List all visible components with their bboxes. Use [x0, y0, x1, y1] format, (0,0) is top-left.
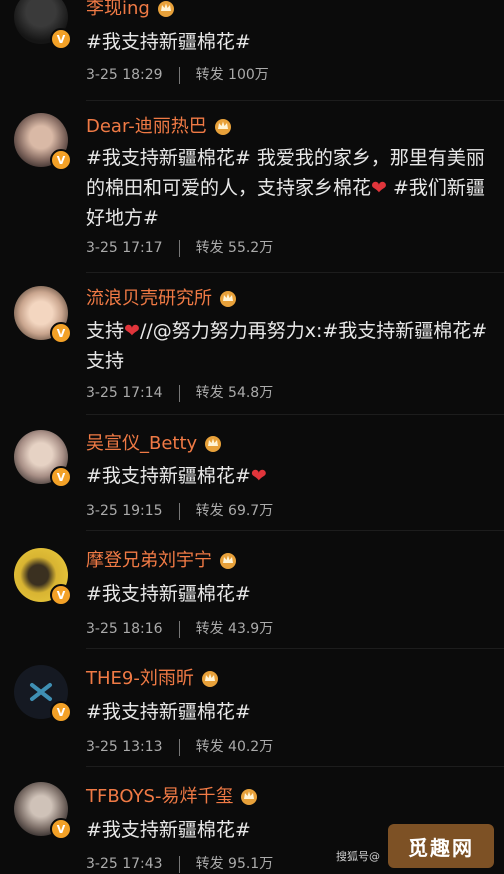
comment-text: #我支持新疆棉花#❤: [86, 465, 267, 487]
meta-divider: [178, 66, 180, 84]
watermark-source: 搜狐号@: [336, 850, 380, 863]
repost-button[interactable]: 转发 54.8万: [196, 384, 274, 402]
timestamp: 3-25 18:16: [86, 621, 163, 637]
divider: [86, 100, 504, 101]
meta-divider: [178, 384, 180, 402]
divider: [86, 530, 504, 531]
comment-text: #我支持新疆棉花#: [86, 701, 251, 723]
comment-meta: 3-25 17:17 转发 55.2万: [86, 239, 273, 257]
divider: [86, 648, 504, 649]
verified-badge-icon: V: [50, 701, 72, 723]
verified-badge-icon: V: [50, 28, 72, 50]
comment-text: #我支持新疆棉花#: [86, 31, 251, 53]
heart-icon: ❤: [124, 320, 140, 342]
user-name[interactable]: Dear-迪丽热巴: [86, 116, 233, 138]
meta-divider: [178, 738, 180, 756]
divider: [86, 414, 504, 415]
user-name[interactable]: 摩登兄弟刘宇宁: [86, 550, 238, 572]
repost-button[interactable]: 转发 69.7万: [196, 502, 274, 520]
crown-icon: [241, 789, 258, 805]
verified-badge-icon: V: [50, 584, 72, 606]
timestamp: 3-25 18:29: [86, 67, 163, 83]
comment-text: #我支持新疆棉花#: [86, 583, 251, 605]
divider: [86, 272, 504, 273]
crown-icon: [220, 553, 236, 569]
comment-meta: 3-25 18:16 转发 43.9万: [86, 620, 273, 638]
user-name[interactable]: 流浪贝壳研究所: [86, 288, 238, 310]
timestamp: 3-25 13:13: [86, 739, 163, 755]
repost-button[interactable]: 转发 55.2万: [196, 239, 274, 257]
crown-icon: [201, 671, 218, 687]
repost-button[interactable]: 转发 40.2万: [196, 738, 274, 756]
meta-divider: [178, 855, 180, 873]
user-name[interactable]: 李现ing: [86, 0, 176, 20]
crown-icon: [157, 1, 174, 17]
repost-button[interactable]: 转发 100万: [196, 66, 269, 84]
heart-icon: ❤: [250, 465, 267, 487]
verified-badge-icon: V: [50, 466, 72, 488]
comment-meta: 3-25 19:15 转发 69.7万: [86, 502, 273, 520]
comment-meta: 3-25 17:43 转发 95.1万: [86, 855, 273, 873]
user-name[interactable]: 吴宣仪_Betty: [86, 433, 223, 455]
crown-icon: [220, 291, 236, 307]
comment-text: 支持❤//@努力努力再努力x:#我支持新疆棉花# 支持: [86, 320, 488, 372]
timestamp: 3-25 17:17: [86, 240, 163, 256]
user-name[interactable]: THE9-刘雨昕: [86, 668, 220, 690]
meta-divider: [178, 620, 180, 638]
heart-icon: ❤: [371, 177, 387, 199]
watermark-logo: 觅趣网: [388, 824, 494, 868]
comment-meta: 3-25 13:13 转发 40.2万: [86, 738, 273, 756]
comment-meta: 3-25 17:14 转发 54.8万: [86, 384, 273, 402]
user-name[interactable]: TFBOYS-易烊千玺: [86, 786, 259, 808]
crown-icon: [214, 119, 231, 135]
verified-badge-icon: V: [50, 818, 72, 840]
timestamp: 3-25 17:43: [86, 856, 163, 872]
meta-divider: [178, 502, 180, 520]
meta-divider: [178, 239, 180, 257]
comment-meta: 3-25 18:29 转发 100万: [86, 66, 269, 84]
timestamp: 3-25 19:15: [86, 503, 163, 519]
comment-text: #我支持新疆棉花# 我爱我的家乡，那里有美丽的棉田和可爱的人，支持家乡棉花❤ #…: [86, 147, 485, 229]
repost-button[interactable]: 转发 43.9万: [196, 620, 274, 638]
verified-badge-icon: V: [50, 322, 72, 344]
verified-badge-icon: V: [50, 149, 72, 171]
crown-icon: [205, 436, 222, 452]
divider: [86, 766, 504, 767]
repost-button[interactable]: 转发 95.1万: [196, 855, 274, 873]
watermark: 搜狐号@ 觅趣网: [336, 824, 494, 868]
timestamp: 3-25 17:14: [86, 385, 163, 401]
